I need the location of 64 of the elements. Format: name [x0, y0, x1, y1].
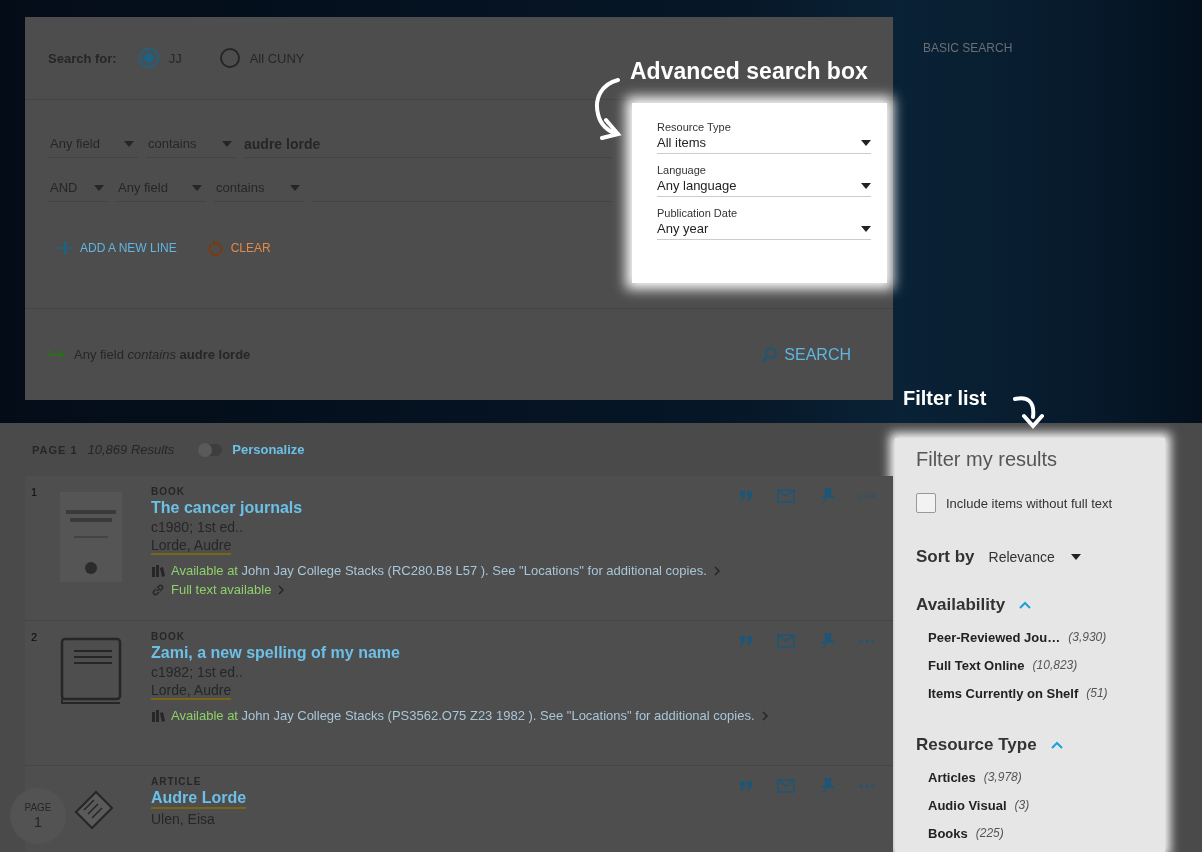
facet-count: (3)	[1014, 798, 1030, 812]
facet-item[interactable]: Books	[928, 825, 968, 841]
facet-item[interactable]: Items Currently on Shelf	[928, 685, 1079, 701]
result-title[interactable]: The cancer journals	[151, 499, 303, 517]
facet-count: (51)	[1086, 686, 1108, 700]
panel-title: Filter my results	[916, 448, 1059, 471]
facet-count: (225)	[975, 826, 1004, 840]
annotation-label: Advanced search box	[630, 58, 868, 85]
facet-item[interactable]: Full Text Online	[928, 657, 1025, 673]
chevron-icon	[1019, 601, 1032, 609]
chevron-icon	[277, 583, 286, 596]
action-button[interactable]: ADD A NEW LINE	[58, 240, 177, 256]
curved-arrow-icon	[1012, 394, 1046, 430]
pin-icon[interactable]	[819, 488, 835, 504]
link-icon	[151, 582, 165, 597]
pin-icon[interactable]	[819, 778, 835, 794]
personalize-link[interactable]: Personalize	[232, 442, 305, 457]
filter-dropdown[interactable]: Publication Date Any year	[657, 207, 871, 240]
availability-link[interactable]: Available at John Jay College Stacks (RC280.B8 L57 ). See "Locations" for additional copies.	[171, 563, 707, 578]
facet-header[interactable]: Resource Type	[916, 735, 1145, 755]
filter-dropdown[interactable]: Resource Type All items	[657, 121, 871, 154]
result-number: 1	[30, 486, 39, 500]
checkbox[interactable]	[916, 493, 936, 513]
full-text-option[interactable]: Include items without full text	[916, 493, 1145, 513]
chevron-icon	[712, 564, 721, 577]
search-icon	[760, 345, 779, 364]
quote-icon[interactable]	[739, 490, 753, 502]
facet-count: (3,930)	[1068, 630, 1107, 644]
annotation-label: Filter list	[903, 387, 987, 410]
more-icon[interactable]	[859, 639, 875, 643]
personalize-toggle[interactable]	[198, 443, 223, 456]
book-icon	[60, 637, 122, 707]
reset-icon	[206, 240, 223, 256]
availability-link[interactable]: Available at John Jay College Stacks (PS3562.O75 Z23 1982 ). See "Locations" for additional copies.	[171, 708, 755, 723]
result-title[interactable]: Zami, a new spelling of my name	[151, 644, 400, 662]
result-title[interactable]: Audre Lorde	[151, 789, 247, 809]
facet-count: (3,978)	[983, 770, 1022, 784]
facet-header[interactable]: Availability	[916, 595, 1145, 615]
more-icon[interactable]	[859, 494, 875, 498]
facet-item[interactable]: Peer-Reviewed Jou…	[928, 629, 1061, 645]
full-text-link[interactable]: Full text available	[171, 582, 272, 597]
filter-dropdown[interactable]: Language Any language	[657, 164, 871, 197]
action-button[interactable]: CLEAR	[206, 240, 271, 256]
books-icon	[151, 709, 165, 722]
quote-icon[interactable]	[739, 780, 753, 792]
chevron-icon	[760, 709, 769, 722]
quote-icon[interactable]	[739, 635, 753, 647]
arrow-icon	[48, 348, 66, 361]
books-icon	[151, 564, 165, 577]
search-button[interactable]: SEARCH	[754, 344, 857, 365]
mail-icon[interactable]	[777, 634, 795, 648]
pin-icon[interactable]	[819, 633, 835, 649]
mail-icon[interactable]	[777, 489, 795, 503]
result-number: 2	[30, 631, 39, 645]
facet-item[interactable]: Audio Visual	[928, 797, 1007, 813]
chevron-icon	[1050, 741, 1063, 749]
sort-label: Sort by	[916, 547, 975, 567]
facet-item[interactable]: Articles	[928, 769, 976, 785]
more-icon[interactable]	[859, 784, 875, 788]
plus-icon	[58, 241, 72, 255]
sort-dropdown[interactable]: Relevance	[988, 549, 1081, 565]
basic-search-link[interactable]: BASIC SEARCH	[923, 41, 1013, 55]
facet-count: (10,823)	[1032, 658, 1078, 672]
mail-icon[interactable]	[777, 779, 795, 793]
